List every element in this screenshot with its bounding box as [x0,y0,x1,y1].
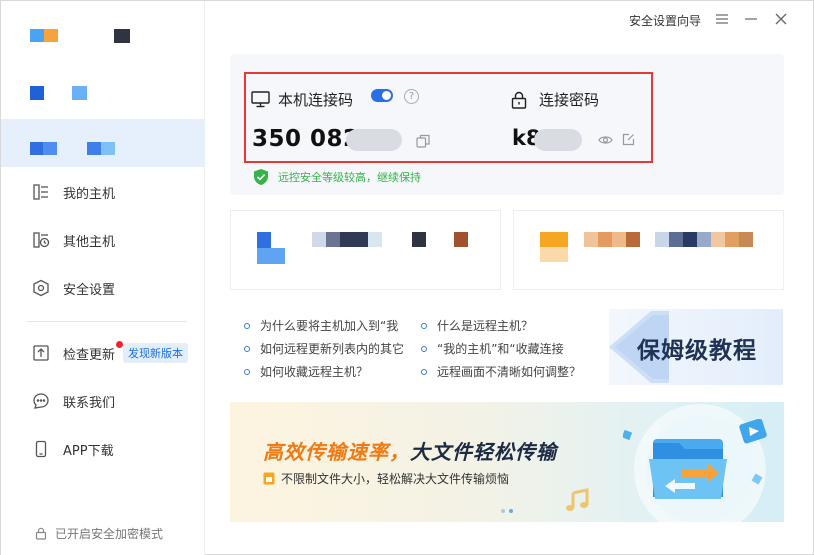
bullet-icon [244,322,250,329]
copy-icon[interactable] [416,134,430,152]
sidebar-item-label: 联系我们 [63,395,116,411]
edit-icon[interactable] [622,133,635,150]
pixelated-nav-item-selected[interactable] [1,119,205,167]
encryption-status-text: 已开启安全加密模式 [55,527,164,541]
safety-level-text: 远控安全等级较高，继续保持 [278,171,421,184]
shield-hex-icon [31,278,51,298]
bullet-icon [421,322,427,329]
close-icon[interactable] [772,10,790,28]
host-clock-icon [31,230,51,250]
tutorial-link-text: 远程画面不清晰如何调整？ [437,365,582,379]
bullet-icon [421,368,427,375]
tutorial-link[interactable]: 如何收藏远程主机？ [244,363,368,380]
file-icon [263,472,275,485]
sidebar-item-label: 我的主机 [63,186,116,202]
connection-code-label-text: 本机连接码 [278,91,354,109]
tutorial-link-text: “我的主机”和“收藏连接 [437,342,564,356]
promo-subtitle: 不限制文件大小，轻松解决大文件传输烦恼 [263,470,509,487]
sidebar: 我的主机 其他主机 安全设置 检查更新 发现新版本 联系我们 APP下载 已开启… [1,1,205,555]
sidebar-item-check-update[interactable]: 检查更新 发现新版本 [31,339,189,367]
tutorial-link-text: 如何远程更新列表内的其它 [260,342,405,356]
sidebar-item-other-hosts[interactable]: 其他主机 [31,226,115,254]
encryption-status: 已开启安全加密模式 [35,525,163,542]
carousel-indicator[interactable] [501,509,513,513]
menu-icon[interactable] [713,10,731,28]
bullet-icon [244,368,250,375]
promo-title: 高效传输速率，大文件轻松传输 [263,436,557,465]
bullet-icon [244,345,250,352]
tutorial-link-text: 什么是远程主机？ [437,319,534,333]
password-label-text: 连接密码 [539,91,600,109]
chat-icon [31,391,51,411]
promo-subtitle-text: 不限制文件大小，轻松解决大文件传输烦恼 [281,472,510,486]
green-shield-icon [252,168,270,186]
tutorial-link-text: 为什么要将主机加入到“我 [260,319,399,333]
connection-code-value: 350 082 [252,126,360,152]
help-icon[interactable]: ? [404,89,419,104]
security-guide-link[interactable]: 安全设置向导 [629,12,701,29]
sidebar-item-app-download[interactable]: APP下载 [31,435,114,463]
masked-password [534,129,582,151]
app-window: 我的主机 其他主机 安全设置 检查更新 发现新版本 联系我们 APP下载 已开启… [0,0,814,555]
sidebar-divider [27,321,187,322]
upload-icon [31,343,51,363]
new-version-badge[interactable]: 发现新版本 [123,343,189,363]
promo-title-rest: 大文件轻松传输 [410,440,557,464]
sidebar-item-label: APP下载 [63,443,114,459]
tutorial-link[interactable]: 如何远程更新列表内的其它 [244,340,404,357]
update-notification-dot [116,341,123,348]
sidebar-item-label: 安全设置 [63,282,116,298]
pixelated-card-left[interactable] [230,210,501,290]
host-list-icon [31,182,51,202]
sidebar-item-label: 其他主机 [63,234,116,250]
pixelated-card-right[interactable] [513,210,784,290]
password-label: 连接密码 [511,89,599,110]
tutorial-link[interactable]: 远程画面不清晰如何调整？ [421,363,581,380]
tutorial-link[interactable]: 为什么要将主机加入到“我 [244,317,398,334]
eye-icon[interactable] [598,134,613,150]
connection-code-label: 本机连接码 [251,89,353,110]
sidebar-item-my-hosts[interactable]: 我的主机 [31,178,115,206]
music-note-icon [563,487,591,519]
tutorial-link[interactable]: 什么是远程主机？ [421,317,533,334]
sidebar-item-security-settings[interactable]: 安全设置 [31,274,115,302]
promo-title-highlight: 高效传输速率， [263,440,410,464]
connection-code-toggle[interactable] [371,89,393,102]
phone-icon [31,439,51,459]
bullet-icon [421,345,427,352]
tutorial-link-text: 如何收藏远程主机？ [260,365,369,379]
lock-icon [35,527,47,540]
tutorial-banner-title: 保姆级教程 [637,338,757,364]
sidebar-item-label: 检查更新 [63,347,116,363]
tutorial-link[interactable]: “我的主机”和“收藏连接 [421,340,564,357]
monitor-icon [251,91,270,108]
folder-transfer-illustration [621,418,783,523]
sidebar-item-contact-us[interactable]: 联系我们 [31,387,115,415]
lock-icon [511,91,527,109]
masked-code-digits [346,129,402,151]
minimize-icon[interactable] [742,10,760,28]
safety-level-tip: 远控安全等级较高，继续保持 [252,168,421,186]
